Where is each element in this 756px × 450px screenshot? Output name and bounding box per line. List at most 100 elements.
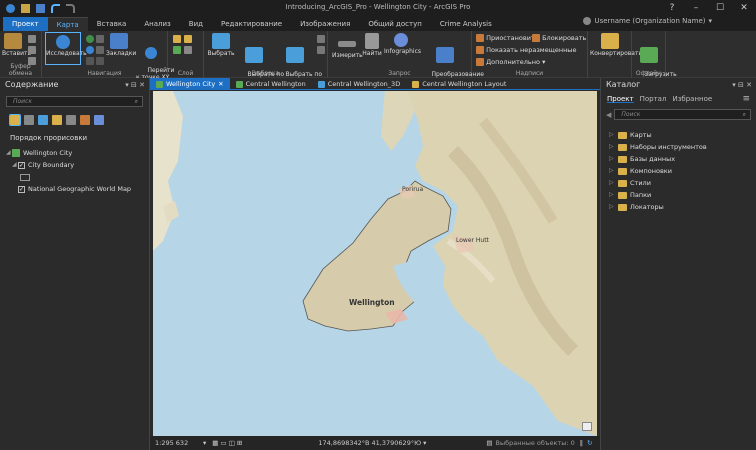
back-icon[interactable]: ◀ (606, 111, 611, 119)
user-account[interactable]: Username (Organization Name) ▾ (583, 17, 712, 25)
catalog-search-input[interactable]: Поиск ⌕ (614, 109, 751, 120)
charts-icon[interactable] (94, 115, 104, 125)
more-label: Дополнительно (486, 58, 540, 66)
pane-controls[interactable]: ▾ ⊟ ✕ (732, 78, 752, 92)
group-labeling: Приостановить Блокировать Показать нераз… (472, 31, 588, 78)
convert-button[interactable]: Конвертировать (590, 33, 642, 57)
more-button[interactable]: Дополнительно ▾ (476, 58, 545, 66)
close-button[interactable]: ✕ (732, 0, 756, 16)
show-unplaced-label: Показать неразмещенные (486, 46, 577, 54)
refresh-icon[interactable]: ↻ (587, 439, 592, 447)
catalog-item-styles[interactable]: ▷ Стили (601, 177, 756, 189)
layer-options-icon[interactable] (184, 46, 192, 54)
bookmarks-button[interactable]: Закладки (106, 33, 136, 57)
map-overlay-icon[interactable] (582, 422, 592, 431)
scale-dropdown-icon[interactable]: ▾ (203, 439, 206, 447)
map-canvas[interactable]: Porirua Lower Hutt Wellington (153, 91, 597, 436)
goto-xy-icon (145, 47, 157, 59)
show-unplaced-button[interactable]: Показать неразмещенные (476, 46, 576, 54)
drawing-order-icon[interactable] (9, 114, 21, 126)
add-preset-icon[interactable] (184, 35, 192, 43)
forward-icon[interactable] (96, 57, 104, 65)
layer-city-boundary[interactable]: ◢ ✓ City Boundary (0, 159, 149, 171)
add-data-icon[interactable] (173, 35, 181, 43)
help-button[interactable]: ? (660, 0, 684, 16)
basemap-icon[interactable] (173, 46, 181, 54)
map-view[interactable]: Porirua Lower Hutt Wellington (153, 91, 597, 436)
catalog-item-folders[interactable]: ▷ Папки (601, 189, 756, 201)
tab-analysis[interactable]: Анализ (135, 17, 179, 31)
view-tab-layout[interactable]: Central Wellington Layout (406, 78, 512, 90)
measure-button[interactable]: Измерить (332, 35, 363, 59)
scale-box[interactable]: 1:295 632 (155, 439, 203, 447)
lock-button[interactable]: Блокировать (532, 34, 586, 42)
minimize-button[interactable]: – (684, 0, 708, 16)
tab-view[interactable]: Вид (180, 17, 212, 31)
layer-symbol[interactable] (0, 171, 149, 183)
cut-icon[interactable] (28, 35, 36, 43)
layer-map-node[interactable]: ◢ Wellington City (0, 147, 149, 159)
pane-controls[interactable]: ▾ ⊟ ✕ (125, 78, 145, 92)
data-source-icon[interactable] (24, 115, 34, 125)
selection-icon[interactable] (38, 115, 48, 125)
catalog-tab-project[interactable]: Проект (607, 95, 634, 103)
tab-imagery[interactable]: Изображения (291, 17, 359, 31)
status-tools-icon[interactable]: ▦ ▭ ◫ ⊞ (212, 439, 242, 447)
pause-button[interactable]: Приостановить (476, 34, 539, 42)
fixed-zoom-in-icon[interactable] (96, 35, 104, 43)
contents-search-input[interactable]: Поиск ⌕ (6, 96, 143, 107)
clear-selection-icon[interactable] (317, 46, 325, 54)
tab-crime-analysis[interactable]: Crime Analysis (431, 17, 501, 31)
locate-button[interactable]: Найти (362, 33, 382, 57)
fixed-zoom-out-icon[interactable] (96, 46, 104, 54)
menu-icon[interactable]: ≡ (742, 94, 750, 104)
labeling-icon[interactable] (80, 115, 90, 125)
search-placeholder: Поиск (621, 111, 641, 118)
group-layer: Слой (168, 31, 204, 78)
select-button[interactable]: Выбрать (206, 33, 236, 57)
tab-insert[interactable]: Вставка (88, 17, 136, 31)
map-icon (156, 80, 163, 88)
map-area: Wellington City ✕ Central Wellington Cen… (150, 78, 600, 450)
catalog-tab-favorites[interactable]: Избранное (672, 95, 712, 103)
view-tab-central-wellington-3d[interactable]: Central Wellington_3D (312, 78, 406, 90)
draw-order-heading: Порядок прорисовки (10, 134, 88, 142)
coordinates-dropdown-icon[interactable]: ▾ (423, 439, 426, 447)
paste-button[interactable]: Вставить (2, 33, 31, 57)
editing-icon[interactable] (52, 115, 62, 125)
catalog-tab-portal[interactable]: Портал (640, 95, 667, 103)
infographics-button[interactable]: Infographics (384, 33, 421, 55)
previous-extent-icon[interactable] (86, 46, 94, 54)
group-inquiry: Измерить Найти Infographics Преобразован… (328, 31, 484, 85)
layer-visibility-checkbox[interactable]: ✓ (18, 185, 25, 193)
catalog-pane: Каталог ▾ ⊟ ✕ Проект Портал Избранное ≡ … (600, 78, 756, 450)
back-icon[interactable] (86, 57, 94, 65)
tab-map[interactable]: Карта (47, 17, 88, 31)
view-tab-wellington-city[interactable]: Wellington City ✕ (150, 78, 230, 90)
chevron-down-icon: ▾ (708, 17, 712, 25)
catalog-item-locators[interactable]: ▷ Локаторы (601, 201, 756, 213)
full-extent-icon[interactable] (86, 35, 94, 43)
group-label: Выборка (251, 70, 280, 77)
catalog-item-label: Компоновки (630, 167, 672, 175)
tab-project[interactable]: Проект (3, 17, 48, 31)
tab-edit[interactable]: Редактирование (212, 17, 291, 31)
tab-share[interactable]: Общий доступ (359, 17, 431, 31)
search-icon: ⌕ (134, 98, 138, 105)
maximize-button[interactable]: ☐ (708, 0, 732, 16)
measure-label: Измерить (332, 52, 363, 59)
catalog-item-layouts[interactable]: ▷ Компоновки (601, 165, 756, 177)
catalog-item-maps[interactable]: ▷ Карты (601, 129, 756, 141)
layer-visibility-checkbox[interactable]: ✓ (18, 161, 25, 169)
close-icon[interactable]: ✕ (218, 78, 223, 90)
contents-toolbar (0, 111, 149, 127)
explore-button[interactable]: Исследовать (45, 32, 87, 65)
copy-icon[interactable] (28, 46, 36, 54)
attributes-icon[interactable] (317, 35, 325, 43)
pause-drawing-icon[interactable]: ‖ (580, 439, 583, 447)
catalog-item-toolboxes[interactable]: ▷ Наборы инструментов (601, 141, 756, 153)
view-tab-central-wellington[interactable]: Central Wellington (230, 78, 312, 90)
snapping-icon[interactable] (66, 115, 76, 125)
layer-basemap[interactable]: ✓ National Geographic World Map (0, 183, 149, 195)
catalog-item-databases[interactable]: ▷ Базы данных (601, 153, 756, 165)
